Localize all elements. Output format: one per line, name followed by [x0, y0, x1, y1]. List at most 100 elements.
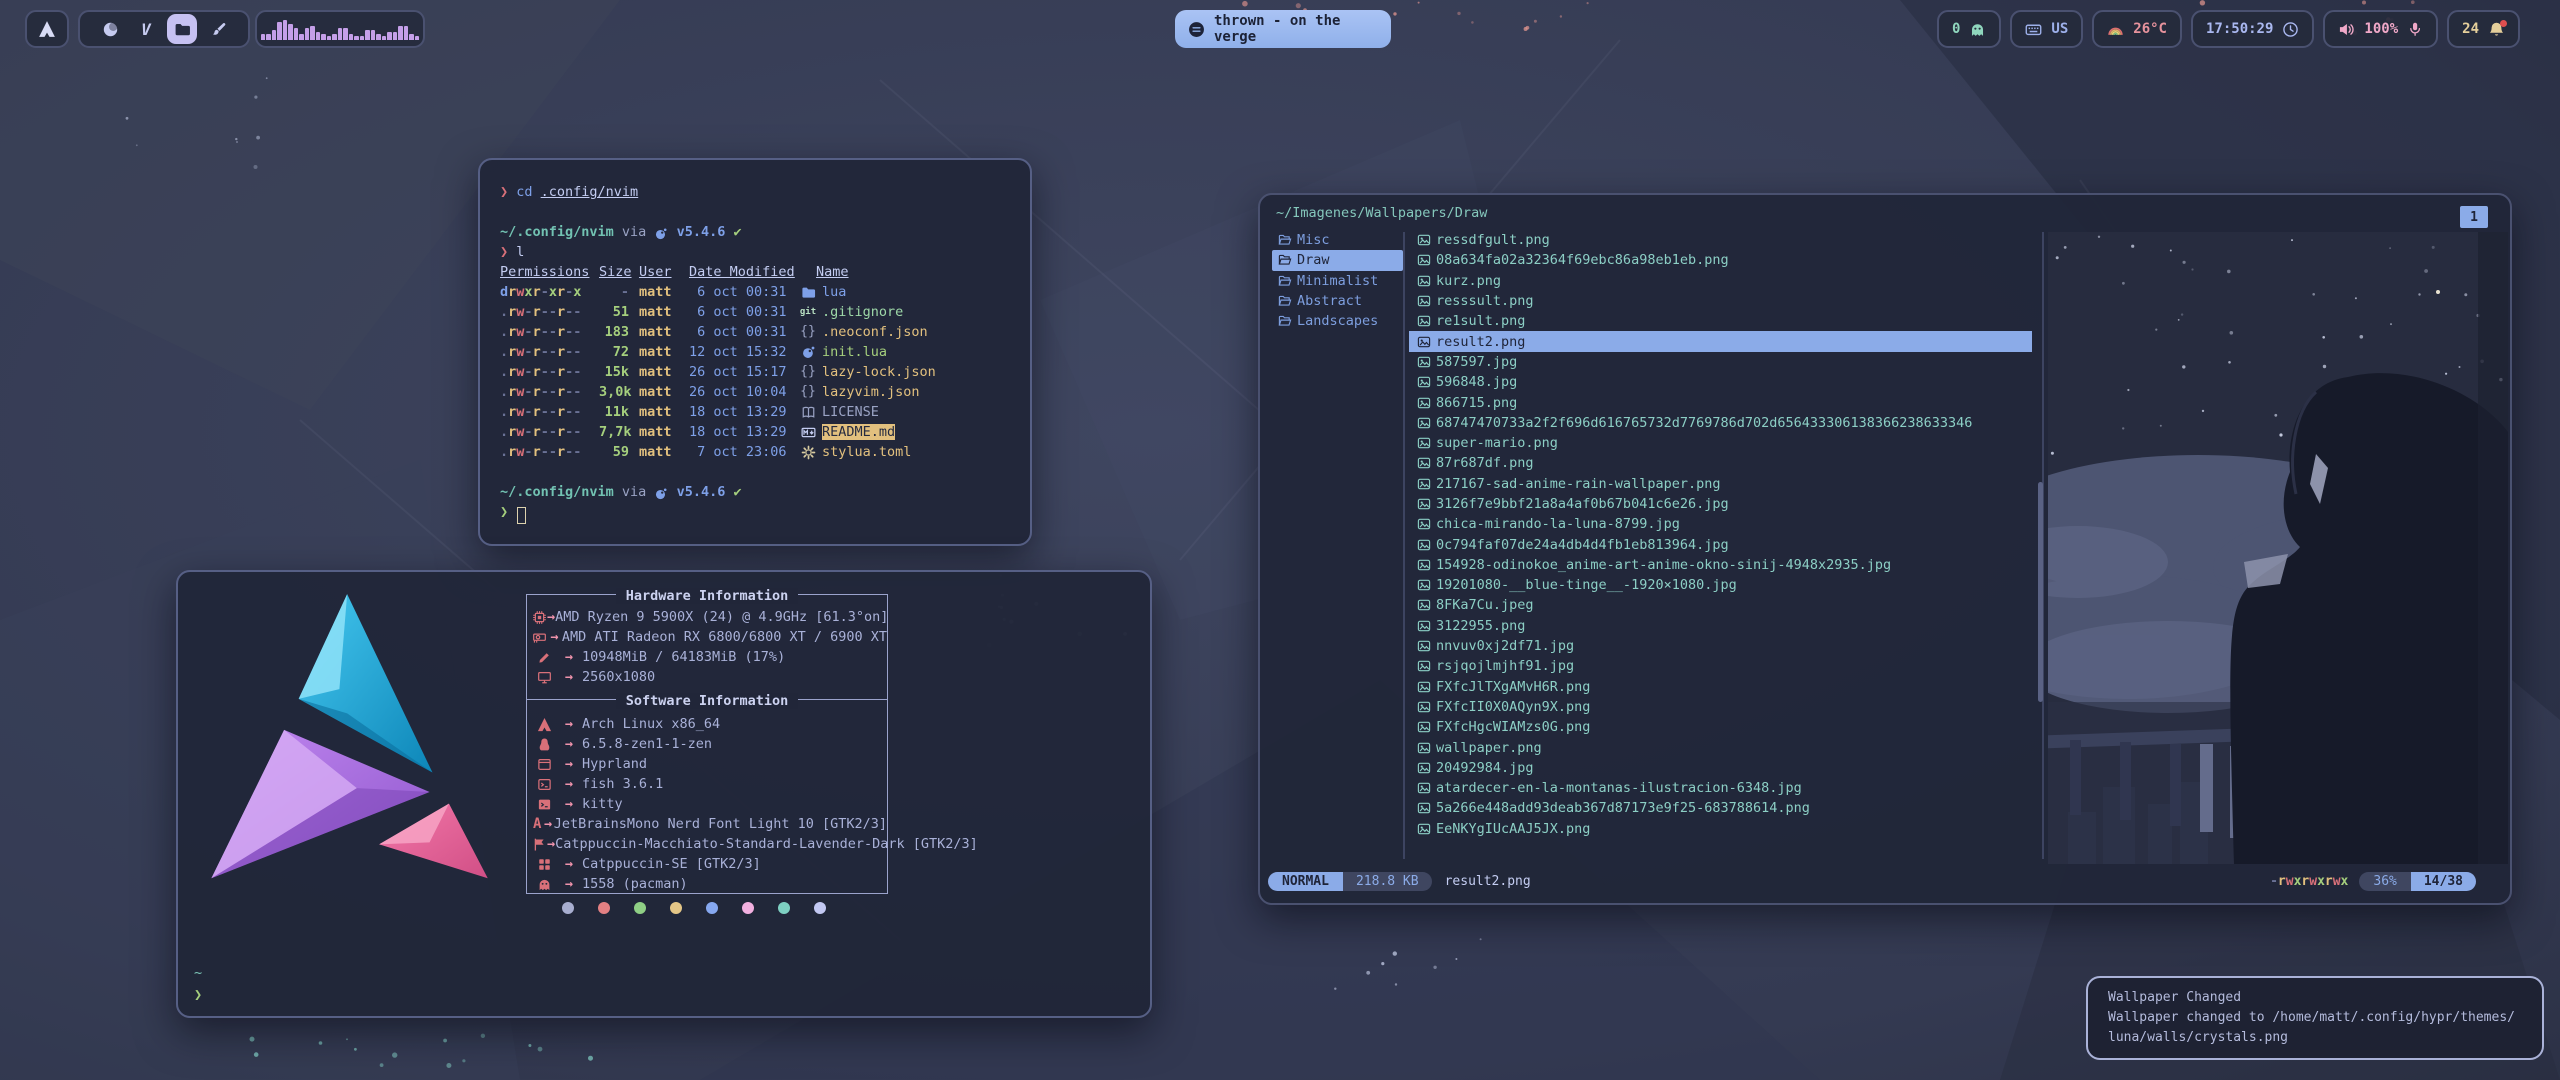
- status-bar: NORMAL 218.8 KB result2.png -rwxrwxrwx 3…: [1260, 869, 2510, 893]
- crystal-distro-logo: [192, 580, 512, 905]
- pacman-icon: [1969, 21, 1986, 38]
- cava-bar: [371, 30, 376, 40]
- cava-bar: [327, 36, 332, 40]
- palette-dot: [670, 902, 682, 914]
- terminal-icon: [532, 797, 556, 812]
- file-manager-window[interactable]: ~/Imagenes/Wallpapers/Draw 1 MiscDrawMin…: [1258, 193, 2512, 905]
- arrow-icon: →: [556, 736, 582, 752]
- file-list: ressdfgult.png08a634fa02a32364f69ebc86a9…: [1409, 230, 2032, 839]
- file-row[interactable]: 596848.jpg: [1409, 372, 2032, 392]
- file-row[interactable]: 8FKa7Cu.jpeg: [1409, 595, 2032, 615]
- file-list-scrollbar[interactable]: [2038, 482, 2043, 702]
- fetch-info-line: →fish 3.6.1: [527, 774, 887, 794]
- file-row[interactable]: FXfcHgcWIAMzs0G.png: [1409, 717, 2032, 737]
- tray-weather[interactable]: 26°C: [2092, 10, 2182, 48]
- active-window-title[interactable]: thrown - on the verge: [1175, 10, 1391, 48]
- file-row[interactable]: 217167-sad-anime-rain-wallpaper.png: [1409, 474, 2032, 494]
- arrow-icon: →: [547, 609, 555, 625]
- arrow-icon: →: [556, 669, 582, 685]
- tray-clock[interactable]: 17:50:29: [2191, 10, 2314, 48]
- file-row[interactable]: 5a266e448add93deab367d87173e9f25-6837886…: [1409, 798, 2032, 818]
- file-row[interactable]: ressdfgult.png: [1409, 230, 2032, 250]
- folder-open-icon: [1276, 274, 1293, 288]
- file-row[interactable]: 87r687df.png: [1409, 453, 2032, 473]
- file-row[interactable]: resssult.png: [1409, 291, 2032, 311]
- terminal-prompt-input[interactable]: ❯: [500, 502, 1022, 522]
- fetch-info-line: →AMD ATI Radeon RX 6800/6800 XT / 6900 X…: [527, 627, 887, 647]
- file-row[interactable]: FXfcJlTXgAMvH6R.png: [1409, 677, 2032, 697]
- file-row[interactable]: rsjqojlmjhf91.jpg: [1409, 656, 2032, 676]
- file-row[interactable]: atardecer-en-la-montanas-ilustracion-634…: [1409, 778, 2032, 798]
- pane-divider: [1403, 232, 1405, 859]
- file-row[interactable]: chica-mirando-la-luna-8799.jpg: [1409, 514, 2032, 534]
- pacman-icon: [532, 877, 556, 892]
- tab-badge[interactable]: 1: [2460, 206, 2488, 228]
- file-row[interactable]: 0c794faf07de24a4db4d4fb1eb813964.jpg: [1409, 534, 2032, 554]
- prompt-context-line-2: ~/.config/nvim via v5.4.6 ✔: [500, 482, 1022, 502]
- fetch-info-line: →6.5.8-zen1-1-zen: [527, 734, 887, 754]
- workspace-2-vim-icon[interactable]: V: [131, 14, 161, 44]
- hardware-info-box: Hardware Information →AMD Ryzen 9 5900X …: [526, 594, 888, 700]
- file-row[interactable]: 3126f7e9bbf21a8a4af0b67b041c6e26.jpg: [1409, 494, 2032, 514]
- ls-table-header: PermissionsSizeUserDate ModifiedName: [500, 262, 1022, 282]
- workspace-3-folder-icon[interactable]: [167, 14, 197, 44]
- fetch-info-line: →Catppuccin-Macchiato-Standard-Lavender-…: [527, 834, 887, 854]
- tray-updates[interactable]: 0: [1937, 10, 2001, 48]
- fetch-info-line: A→JetBrainsMono Nerd Font Light 10 [GTK2…: [527, 814, 887, 834]
- sidebar-item-minimalist[interactable]: Minimalist: [1272, 271, 1403, 291]
- file-row[interactable]: wallpaper.png: [1409, 737, 2032, 757]
- folder-open-icon: [1276, 314, 1293, 328]
- cava-bar: [387, 32, 392, 40]
- file-permissions: -rwxrwxrwx: [2270, 874, 2348, 889]
- app-launcher-button[interactable]: [25, 10, 69, 48]
- file-row[interactable]: 866715.png: [1409, 392, 2032, 412]
- tray-volume[interactable]: 100%: [2323, 10, 2438, 48]
- file-row[interactable]: result2.png: [1409, 331, 2032, 351]
- software-info-box: Software Information →Arch Linux x86_64→…: [526, 699, 888, 894]
- notification-body: Wallpaper changed to /home/matt/.config/…: [2108, 1008, 2522, 1048]
- image-file-icon: [1415, 416, 1432, 430]
- cava-bar: [349, 34, 354, 40]
- workspace-4-brush-icon[interactable]: [203, 14, 233, 44]
- arrow-icon: →: [547, 836, 555, 852]
- hardware-info-title: Hardware Information: [616, 588, 799, 604]
- tray-keyboard-layout-value: US: [2051, 21, 2068, 37]
- file-row[interactable]: 587597.jpg: [1409, 352, 2032, 372]
- fetch-info-line: →Catppuccin-SE [GTK2/3]: [527, 854, 887, 874]
- bell-icon: [2488, 21, 2505, 38]
- file-row[interactable]: super-mario.png: [1409, 433, 2032, 453]
- terminal-window-nvim-config[interactable]: ❯ cd .config/nvim~/.config/nvim via v5.4…: [478, 158, 1032, 546]
- image-file-icon: [1415, 253, 1432, 267]
- file-row[interactable]: re1sult.png: [1409, 311, 2032, 331]
- image-file-icon: [1415, 335, 1432, 349]
- fetch-info-line: →kitty: [527, 794, 887, 814]
- sidebar-item-abstract[interactable]: Abstract: [1272, 291, 1403, 311]
- fetch-info-text: 10948MiB / 64183MiB (17%): [582, 649, 785, 665]
- tray-updates-value: 0: [1952, 21, 1960, 37]
- notification-toast[interactable]: Wallpaper Changed Wallpaper changed to /…: [2086, 976, 2544, 1060]
- file-row[interactable]: kurz.png: [1409, 271, 2032, 291]
- file-row[interactable]: 19201080-__blue-tinge__-1920×1080.jpg: [1409, 575, 2032, 595]
- file-row[interactable]: 20492984.jpg: [1409, 758, 2032, 778]
- prompt-context-line: ~/.config/nvim via v5.4.6 ✔: [500, 222, 1022, 242]
- file-row[interactable]: 3122955.png: [1409, 616, 2032, 636]
- terminal-window-fetch[interactable]: Hardware Information →AMD Ryzen 9 5900X …: [176, 570, 1152, 1018]
- image-file-icon: [1415, 659, 1432, 673]
- sidebar-item-misc[interactable]: Misc: [1272, 230, 1403, 250]
- file-row[interactable]: 68747470733a2f2f696d616765732d7769786d70…: [1409, 413, 2032, 433]
- sidebar-item-landscapes[interactable]: Landscapes: [1272, 311, 1403, 331]
- cava-bar: [261, 34, 266, 40]
- file-row[interactable]: 08a634fa02a32364f69ebc86a98eb1eb.png: [1409, 250, 2032, 270]
- file-row[interactable]: nnvuv0xj2df71.jpg: [1409, 636, 2032, 656]
- file-row[interactable]: EeNKYgIUcAAJ5JX.png: [1409, 819, 2032, 839]
- sidebar-item-draw[interactable]: Draw: [1272, 250, 1403, 270]
- file-row[interactable]: 154928-odinokoe_anime-art-anime-okno-sin…: [1409, 555, 2032, 575]
- tray-notifications[interactable]: 24: [2447, 10, 2520, 48]
- workspace-1-firefox-icon[interactable]: [95, 14, 125, 44]
- file-row[interactable]: FXfcII0X0AQyn9X.png: [1409, 697, 2032, 717]
- software-info-title: Software Information: [616, 693, 799, 709]
- tray-keyboard-layout[interactable]: US: [2010, 10, 2083, 48]
- arch-icon: [532, 717, 556, 732]
- keyboard-icon: [2025, 21, 2042, 38]
- selected-file-name: result2.png: [1445, 874, 1531, 889]
